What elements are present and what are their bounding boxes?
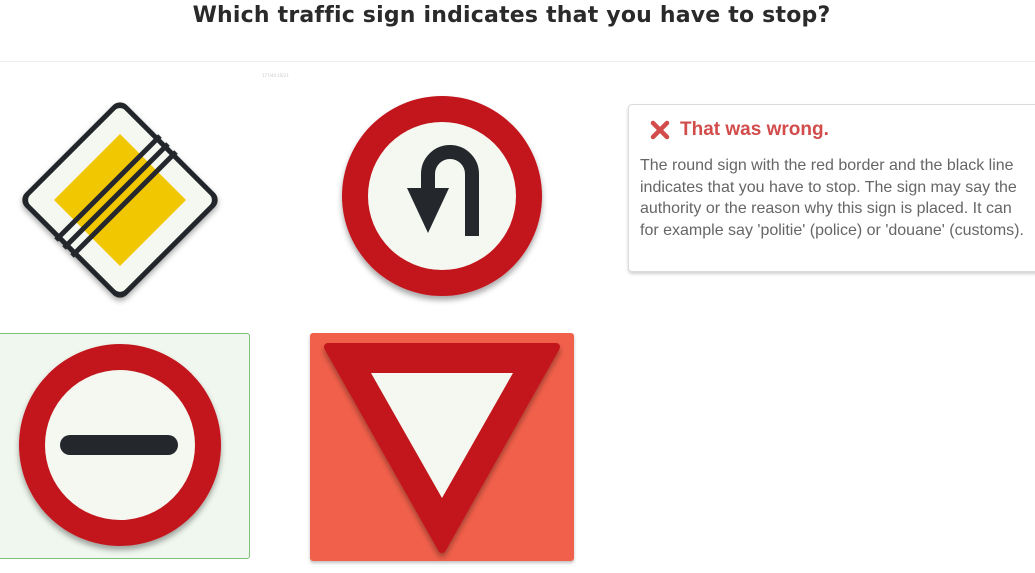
question-header: Which traffic sign indicates that you ha… <box>0 0 1035 62</box>
priority-road-ends-icon <box>22 102 218 298</box>
feedback-header: That was wrong. <box>649 119 829 141</box>
answer-option-1[interactable] <box>0 82 250 320</box>
stop-at-line-icon <box>19 344 221 546</box>
feedback-panel: That was wrong. The round sign with the … <box>628 104 1035 272</box>
answer-option-4-selected-wrong[interactable] <box>310 333 574 561</box>
x-icon <box>649 119 671 141</box>
feedback-title: That was wrong. <box>680 119 829 140</box>
feedback-explanation: The round sign with the red border and t… <box>640 157 1024 239</box>
image-caption: 177/44 16/21 <box>262 73 289 78</box>
yield-icon <box>324 343 560 553</box>
question-title: Which traffic sign indicates that you ha… <box>192 3 831 28</box>
answer-option-2[interactable] <box>310 82 574 320</box>
answer-option-3-correct[interactable] <box>0 333 250 559</box>
no-u-turn-icon <box>342 96 542 296</box>
